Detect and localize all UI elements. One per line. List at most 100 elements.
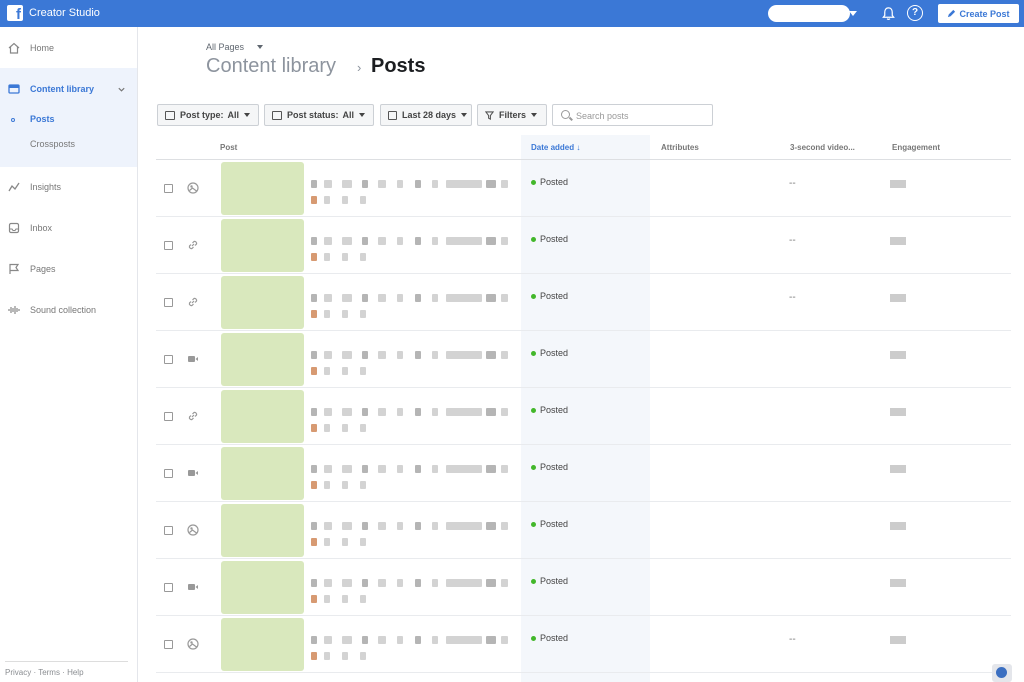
redacted-text — [432, 408, 438, 416]
row-checkbox[interactable] — [164, 640, 173, 649]
sidebar-item-home[interactable]: Home — [0, 38, 137, 58]
post-status-value: All — [342, 110, 355, 120]
post-thumbnail[interactable] — [221, 276, 304, 329]
engagement-value — [890, 351, 906, 359]
post-thumbnail[interactable] — [221, 447, 304, 500]
filters-button[interactable]: Filters — [477, 104, 547, 126]
redacted-text — [324, 636, 332, 644]
globe-icon[interactable] — [992, 664, 1012, 682]
post-thumbnail[interactable] — [221, 618, 304, 671]
account-switcher[interactable] — [768, 5, 850, 22]
search-input[interactable] — [576, 108, 706, 123]
sidebar-item-insights[interactable]: Insights — [0, 177, 137, 197]
table-row[interactable]: Posted — [156, 559, 1011, 616]
redacted-text — [432, 636, 438, 644]
sidebar-item-posts[interactable]: Posts — [30, 114, 55, 124]
redacted-text — [415, 408, 421, 416]
table-row[interactable]: Posted -- — [156, 274, 1011, 331]
row-checkbox[interactable] — [164, 583, 173, 592]
footer-links[interactable]: Privacy · Terms · Help — [5, 668, 84, 677]
row-checkbox[interactable] — [164, 355, 173, 364]
status-badge: Posted — [540, 519, 569, 529]
sidebar-item-content-library[interactable]: Content library — [0, 79, 137, 99]
facebook-logo-icon[interactable]: f — [7, 5, 23, 23]
video-views-value: -- — [789, 178, 796, 189]
redacted-text — [311, 367, 317, 375]
redacted-text — [324, 465, 332, 473]
post-thumbnail[interactable] — [221, 504, 304, 557]
table-row[interactable]: Posted — [156, 502, 1011, 559]
calendar-icon — [388, 110, 397, 120]
row-checkbox[interactable] — [164, 469, 173, 478]
redacted-text — [501, 465, 508, 473]
post-thumbnail[interactable] — [221, 390, 304, 443]
redacted-text — [432, 294, 438, 302]
video-views-value: -- — [789, 235, 796, 246]
redacted-text — [362, 237, 368, 245]
help-icon[interactable]: ? — [907, 5, 923, 21]
table-row[interactable]: Posted — [156, 445, 1011, 502]
redacted-text — [397, 351, 403, 359]
redacted-text — [342, 465, 352, 473]
redacted-text — [397, 180, 403, 188]
search-box[interactable] — [552, 104, 713, 126]
sidebar-item-pages[interactable]: Pages — [0, 259, 137, 279]
post-thumbnail[interactable] — [221, 219, 304, 272]
video-icon — [188, 584, 198, 590]
posted-status-dot — [531, 237, 536, 242]
date-range-filter[interactable]: Last 28 days — [380, 104, 472, 126]
redacted-text — [342, 180, 352, 188]
table-row[interactable]: Posted — [156, 388, 1011, 445]
row-checkbox[interactable] — [164, 526, 173, 535]
posted-status-dot — [531, 180, 536, 185]
page-selector[interactable]: All Pages — [206, 42, 244, 52]
post-thumbnail[interactable] — [221, 333, 304, 386]
column-header-3-second-video[interactable]: 3-second video... — [790, 143, 855, 152]
column-header-engagement[interactable]: Engagement — [892, 143, 940, 152]
row-checkbox[interactable] — [164, 412, 173, 421]
table-row[interactable]: Posted — [156, 331, 1011, 388]
post-thumbnail[interactable] — [221, 561, 304, 614]
redacted-text — [311, 196, 317, 204]
redacted-text — [378, 294, 386, 302]
sidebar-item-sound-collection[interactable]: Sound collection — [0, 300, 137, 320]
status-badge: Posted — [540, 348, 569, 358]
breadcrumb-parent[interactable]: Content library — [206, 55, 336, 78]
sidebar-item-label: Sound collection — [30, 305, 97, 315]
column-header-date-added[interactable]: Date added ↓ — [531, 143, 580, 152]
table-row[interactable]: Posted -- — [156, 160, 1011, 217]
redacted-text — [415, 579, 421, 587]
redacted-text — [501, 579, 508, 587]
create-post-button[interactable]: Create Post — [938, 4, 1019, 23]
chevron-down-icon[interactable] — [257, 45, 263, 49]
posted-status-dot — [531, 351, 536, 356]
post-thumbnail[interactable] — [221, 162, 304, 215]
redacted-text — [501, 636, 508, 644]
app-title: Creator Studio — [29, 7, 100, 19]
engagement-value — [890, 294, 906, 302]
redacted-text — [324, 196, 330, 204]
redacted-text — [342, 424, 348, 432]
post-status-filter[interactable]: Post status: All — [264, 104, 374, 126]
table-row[interactable]: Posted -- — [156, 616, 1011, 673]
redacted-text — [397, 636, 403, 644]
bell-icon[interactable] — [881, 6, 896, 21]
redacted-text — [360, 196, 366, 204]
redacted-text — [362, 408, 368, 416]
column-header-post[interactable]: Post — [220, 143, 237, 152]
sidebar-item-inbox[interactable]: Inbox — [0, 218, 137, 238]
chevron-down-icon[interactable] — [117, 85, 126, 94]
row-checkbox[interactable] — [164, 184, 173, 193]
redacted-text — [486, 237, 496, 245]
table-row[interactable]: Posted -- — [156, 217, 1011, 274]
chevron-down-icon[interactable] — [849, 11, 857, 16]
redacted-text — [446, 180, 482, 188]
row-checkbox[interactable] — [164, 241, 173, 250]
redacted-text — [432, 579, 438, 587]
column-header-attributes[interactable]: Attributes — [661, 143, 699, 152]
redacted-text — [311, 522, 317, 530]
row-checkbox[interactable] — [164, 298, 173, 307]
redacted-text — [378, 579, 386, 587]
post-type-filter[interactable]: Post type: All — [157, 104, 259, 126]
sidebar-item-crossposts[interactable]: Crossposts — [30, 139, 75, 149]
